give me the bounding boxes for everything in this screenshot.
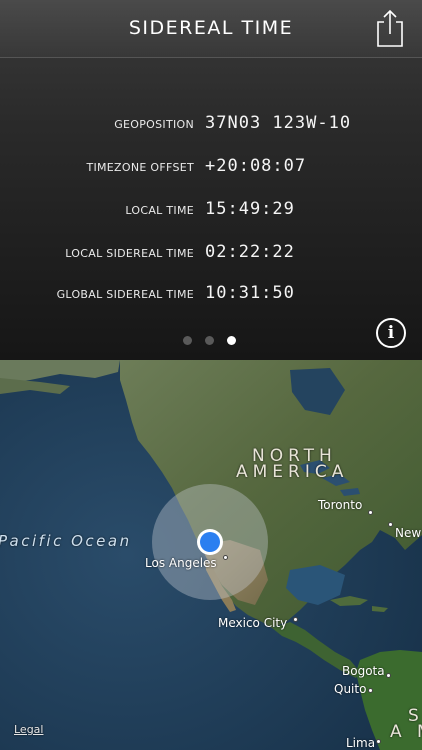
city-dot-los-angeles: [223, 555, 228, 560]
share-button[interactable]: [372, 8, 408, 48]
info-icon: i: [387, 323, 395, 343]
legal-link[interactable]: Legal: [14, 723, 43, 736]
page-dot-1[interactable]: [183, 336, 192, 345]
city-label-lima: Lima: [346, 736, 376, 750]
city-label-quito: Quito: [334, 682, 367, 696]
share-icon: [377, 9, 403, 47]
info-button[interactable]: i: [376, 318, 406, 348]
city-label-new-york: New: [395, 526, 422, 540]
local-time-value: 15:49:29: [205, 199, 295, 219]
local-sidereal-time-label: LOCAL SIDEREAL TIME: [65, 247, 194, 260]
city-label-mexico-city: Mexico City: [218, 616, 288, 630]
city-label-toronto: Toronto: [318, 498, 363, 512]
nav-bar: SIDEREAL TIME: [0, 0, 422, 58]
map-view[interactable]: Pacific Ocean NORTH AMERICA Toronto New …: [0, 360, 422, 750]
city-dot-lima: [376, 739, 381, 744]
city-dot-mexico-city: [293, 617, 298, 622]
city-dot-toronto: [368, 510, 373, 515]
continent-label-south-am: A M: [390, 722, 422, 742]
city-label-los-angeles: Los Angeles: [145, 556, 217, 570]
global-sidereal-time-label: GLOBAL SIDEREAL TIME: [56, 288, 194, 301]
global-sidereal-time-value: 10:31:50: [205, 283, 295, 303]
city-dot-quito: [368, 688, 373, 693]
app-title: SIDEREAL TIME: [128, 17, 294, 39]
geoposition-label: GEOPOSITION: [114, 118, 194, 131]
timezone-offset-value: +20:08:07: [205, 156, 307, 176]
city-dot-new-york: [388, 522, 393, 527]
city-dot-bogota: [386, 673, 391, 678]
page-dot-3[interactable]: [227, 336, 236, 345]
ocean-label: Pacific Ocean: [0, 532, 132, 550]
city-label-bogota: Bogota: [342, 664, 385, 678]
continent-label-america: AMERICA: [236, 462, 349, 482]
page-indicator[interactable]: [183, 336, 243, 346]
local-sidereal-time-value: 02:22:22: [205, 242, 295, 262]
sidereal-panel: SIDEREAL TIME GEOPOSITION 37N03 123W-10 …: [0, 0, 422, 360]
geoposition-value: 37N03 123W-10: [205, 113, 352, 133]
local-time-label: LOCAL TIME: [125, 204, 194, 217]
page-dot-2[interactable]: [205, 336, 214, 345]
timezone-offset-label: TIMEZONE OFFSET: [86, 161, 194, 174]
